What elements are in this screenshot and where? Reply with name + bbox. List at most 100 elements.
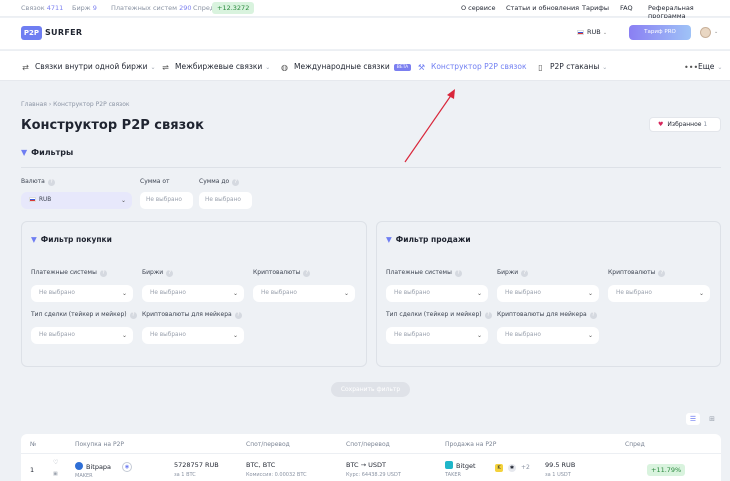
logo-text[interactable]: SURFER xyxy=(45,28,82,37)
logo-mark[interactable]: P2P xyxy=(21,26,42,40)
heart-outline-icon[interactable]: ♡ xyxy=(53,459,58,466)
more-dots-icon: ••• xyxy=(684,63,699,72)
sell-deal-type-select[interactable]: Не выбрано ⌄ xyxy=(386,327,488,344)
nav-tariffs[interactable]: Тарифы xyxy=(582,4,609,12)
menu-item-intra-exchange[interactable]: ⇄ Связки внутри одной биржи ⌄ xyxy=(21,62,156,72)
sum-from-input[interactable]: Не выбрано xyxy=(140,192,193,209)
chevron-down-icon[interactable]: ⌄ xyxy=(714,29,718,35)
help-icon[interactable]: ? xyxy=(658,270,666,277)
favorites-button[interactable]: ♥ Избранное 1 xyxy=(649,117,721,132)
more-payments[interactable]: +2 xyxy=(521,464,530,471)
ru-flag-icon xyxy=(29,197,36,202)
sell-payment-select[interactable]: Не выбрано ⌄ xyxy=(386,285,488,302)
divider xyxy=(21,453,721,454)
menu-item-international[interactable]: ◍ Международные связки BETA xyxy=(280,62,412,72)
spread-value: +11.79% xyxy=(647,464,686,476)
buy-filter-panel: ▼ Фильтр покупки Платежные системы? Биржи… xyxy=(21,221,367,367)
payment-method-icon: ◉ xyxy=(122,462,132,472)
menu-item-inter-exchange[interactable]: ⇌ Межбиржевые связки ⌄ xyxy=(161,62,270,72)
help-icon[interactable]: ? xyxy=(454,270,462,277)
buy-deal-type-select[interactable]: Не выбрано ⌄ xyxy=(31,327,133,344)
help-icon[interactable]: ? xyxy=(129,312,137,319)
spot1: BTC, BTC xyxy=(246,461,276,469)
row-num: 1 xyxy=(30,466,35,474)
sell-exchange[interactable]: Bitget xyxy=(445,461,476,470)
currency-selector[interactable]: RUB ⌄ xyxy=(577,28,607,36)
nav-about[interactable]: О сервисе xyxy=(461,4,496,12)
bitpapa-icon xyxy=(75,462,83,470)
chevron-down-icon: ⌄ xyxy=(120,197,126,204)
chevron-down-icon: ⌄ xyxy=(717,64,723,71)
beta-badge: BETA xyxy=(393,64,412,71)
sell-crypto-select[interactable]: Не выбрано ⌄ xyxy=(608,285,710,302)
buy-filter-heading: ▼ Фильтр покупки xyxy=(31,235,112,244)
help-icon[interactable]: ? xyxy=(484,312,492,319)
orderbook-icon: ▯ xyxy=(538,63,543,72)
payments-count: Платежных систем 290 xyxy=(111,4,192,12)
ru-flag-icon xyxy=(577,29,584,35)
chevron-down-icon: ⌄ xyxy=(121,332,127,339)
main-menu: ⇄ Связки внутри одной биржи ⌄ ⇌ Межбиржевые… xyxy=(0,50,730,81)
filters-heading[interactable]: ▼ Фильтры xyxy=(21,148,73,157)
sell-exchanges-label: Биржи? xyxy=(497,269,529,277)
currency-select[interactable]: RUB ⌄ xyxy=(21,192,132,209)
menu-more[interactable]: •••Еще ⌄ xyxy=(684,62,722,72)
help-icon[interactable]: ? xyxy=(234,312,242,319)
help-icon[interactable]: ? xyxy=(521,270,529,277)
buy-crypto-select[interactable]: Не выбрано ⌄ xyxy=(253,285,355,302)
col-header-num: № xyxy=(30,441,37,448)
buy-exchanges-select[interactable]: Не выбрано ⌄ xyxy=(142,285,244,302)
help-icon[interactable]: ? xyxy=(589,312,597,319)
sell-deal-type-label: Тип сделки (тейкер и мейкер)? xyxy=(386,311,492,319)
sum-to-label: Сумма до? xyxy=(199,178,240,186)
help-icon[interactable]: ? xyxy=(232,179,240,186)
sell-maker-crypto-select[interactable]: Не выбрано ⌄ xyxy=(497,327,599,344)
sell-maker-crypto-label: Криптовалюты для мейкера? xyxy=(497,311,597,319)
breadcrumb[interactable]: Главная › Конструктор P2P связок xyxy=(21,101,130,108)
buy-payment-select[interactable]: Не выбрано ⌄ xyxy=(31,285,133,302)
buy-crypto-label: Криптовалюты? xyxy=(253,269,311,277)
constructor-icon: ⚒ xyxy=(417,63,426,72)
sum-to-input[interactable]: Не выбрано xyxy=(199,192,252,209)
sell-per: за 1 USDT xyxy=(545,472,571,478)
chevron-down-icon: ⌄ xyxy=(150,64,156,71)
help-icon[interactable]: ? xyxy=(303,270,311,277)
col-header-spot2: Спот/перевод xyxy=(346,441,390,448)
chevron-down-icon: ⌄ xyxy=(232,290,238,297)
buy-exchange[interactable]: Bitpapa xyxy=(75,462,111,471)
grid-view-icon[interactable]: ⊞ xyxy=(705,413,719,425)
buy-payment-label: Платежные системы? xyxy=(31,269,107,277)
sell-filter-heading: ▼ Фильтр продажи xyxy=(386,235,471,244)
menu-item-orderbooks[interactable]: ▯ P2P стаканы ⌄ xyxy=(536,62,607,72)
expand-icon[interactable]: ▣ xyxy=(53,471,58,477)
payment-method-icon: ✱ xyxy=(508,464,516,472)
col-header-spread: Спред xyxy=(625,441,645,448)
buy-deal-type-label: Тип сделки (тейкер и мейкер)? xyxy=(31,311,137,319)
help-icon[interactable]: ? xyxy=(99,270,107,277)
list-view-icon[interactable]: ☰ xyxy=(686,413,700,425)
menu-item-constructor[interactable]: ⚒ Конструктор P2P связок xyxy=(417,62,527,72)
payment-method-icon: K xyxy=(495,464,503,472)
chevron-down-icon: ⌄ xyxy=(343,290,349,297)
sell-exchanges-select[interactable]: Не выбрано ⌄ xyxy=(497,285,599,302)
help-icon[interactable]: ? xyxy=(166,270,174,277)
tariff-pro-button[interactable]: Тариф PRO xyxy=(629,25,691,40)
chevron-down-icon: ⌄ xyxy=(265,64,271,71)
help-icon[interactable]: ? xyxy=(47,179,55,186)
chevron-down-icon: ⌄ xyxy=(121,290,127,297)
chevron-down-icon: ⌄ xyxy=(602,30,608,36)
spread-badge: +12.3272 xyxy=(212,2,255,14)
sell-role: TAKER xyxy=(445,472,461,478)
buy-maker-crypto-select[interactable]: Не выбрано ⌄ xyxy=(142,327,244,344)
nav-articles[interactable]: Статьи и обновления xyxy=(506,4,579,12)
nav-faq[interactable]: FAQ xyxy=(620,4,633,12)
sell-crypto-label: Криптовалюты? xyxy=(608,269,666,277)
arrow-head xyxy=(447,89,455,99)
avatar[interactable] xyxy=(700,27,711,38)
save-filter-button[interactable]: Сохранить фильтр xyxy=(331,382,410,397)
top-stats-bar: Связок 4711 Бирж 9 Платежных систем 290 … xyxy=(0,0,730,20)
funnel-icon: ▼ xyxy=(31,235,37,244)
sell-price: 99.5 RUB xyxy=(545,461,576,469)
heart-icon: ♥ xyxy=(658,121,664,128)
spot1-fee: Комиссия: 0.00032 BTC xyxy=(246,472,307,478)
